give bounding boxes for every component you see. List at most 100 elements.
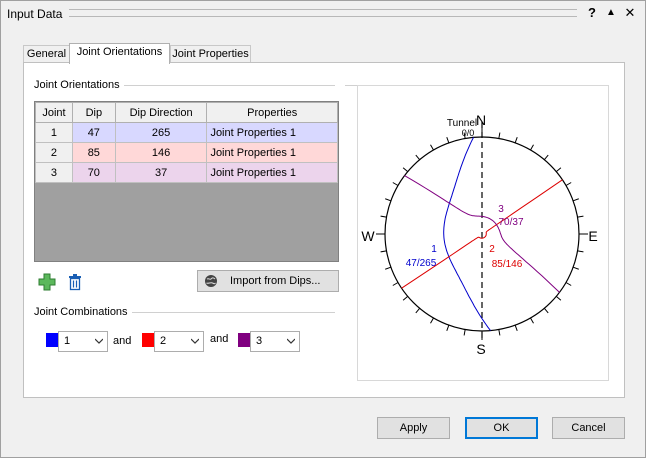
stereonet-tick (555, 167, 562, 173)
group-divider (123, 85, 335, 86)
apply-button[interactable]: Apply (377, 417, 450, 439)
title-bar[interactable]: Input Data ? ▲ ✕ (1, 1, 645, 27)
stereonet-tick (543, 307, 549, 314)
stereonet-tick (415, 307, 421, 314)
input-data-dialog: Input Data ? ▲ ✕ General Joint Orientati… (0, 0, 646, 458)
trash-icon (69, 274, 81, 291)
properties-cell[interactable]: Joint Properties 1 (206, 122, 338, 143)
joint-3-orientation-label: 70/37 (498, 217, 523, 228)
stereonet-tick (446, 324, 450, 331)
stereonet-tick (514, 324, 518, 331)
combo-2-color-swatch (142, 333, 154, 347)
properties-cell[interactable]: Joint Properties 1 (206, 142, 338, 163)
stereonet-tick (392, 282, 399, 286)
table-row[interactable]: 2 85 146 Joint Properties 1 (35, 142, 338, 163)
close-button[interactable]: ✕ (622, 4, 638, 22)
combo-3-color-swatch (238, 333, 250, 347)
properties-cell[interactable]: Joint Properties 1 (206, 162, 338, 183)
and-label: and (210, 333, 229, 345)
column-header-dip-direction[interactable]: Dip Direction (114, 102, 208, 123)
combo-2-value: 2 (160, 335, 167, 347)
group-divider (127, 312, 335, 313)
stereonet-tick (555, 295, 562, 301)
joint-1-orientation-label: 47/265 (406, 258, 437, 269)
joint-1-great-circle (443, 137, 491, 331)
column-header-joint[interactable]: Joint (35, 102, 73, 123)
dip-cell[interactable]: 70 (71, 162, 116, 183)
pin-button[interactable]: ▲ (603, 4, 619, 22)
combo-2-select[interactable]: 2 (154, 331, 204, 352)
column-header-properties[interactable]: Properties (206, 102, 338, 123)
import-label: Import from Dips... (230, 275, 321, 287)
stereonet-tick (402, 295, 409, 301)
stereonet-tick (385, 266, 392, 270)
stereonet-tick (463, 329, 466, 336)
combo-1-select[interactable]: 1 (58, 331, 108, 352)
ok-button[interactable]: OK (465, 417, 538, 439)
joint-1-id-label: 1 (431, 244, 437, 255)
combo-1-color-swatch (46, 333, 58, 347)
south-label: S (476, 341, 485, 357)
stereonet-tick (402, 167, 409, 173)
stereonet-tick (446, 137, 450, 144)
stereonet-tick (565, 182, 572, 186)
stereonet-tick (543, 154, 549, 161)
joint-number-cell[interactable]: 3 (35, 162, 73, 183)
joint-combinations-group-label: Joint Combinations (34, 306, 132, 318)
column-header-dip[interactable]: Dip (71, 102, 116, 123)
stereonet-tick (498, 329, 501, 336)
joint-orientations-table[interactable]: Joint Dip Dip Direction Properties 1 47 … (34, 101, 339, 262)
stereonet: N S E W Tunnel 0/0 1 47/265 2 85/146 3 7… (361, 112, 597, 357)
stereonet-panel: N S E W Tunnel 0/0 1 47/265 2 85/146 3 7… (357, 85, 609, 381)
chevron-down-icon (191, 338, 199, 344)
joint-2-id-label: 2 (489, 244, 495, 255)
dip-cell[interactable]: 85 (71, 142, 116, 163)
title-grip (69, 9, 577, 17)
north-label: N (476, 112, 486, 128)
stereonet-tick (572, 266, 579, 270)
stereonet-tick (514, 137, 518, 144)
tab-joint-orientations[interactable]: Joint Orientations (69, 43, 170, 64)
stereonet-tick (430, 317, 434, 324)
stereonet-tick (498, 132, 501, 139)
joint-orientations-group-label: Joint Orientations (34, 79, 124, 91)
tab-joint-properties[interactable]: Joint Properties (170, 45, 251, 63)
add-joint-button[interactable] (38, 273, 56, 291)
chevron-down-icon (95, 338, 103, 344)
stereonet-tick (380, 250, 387, 253)
stereonet-tick (392, 182, 399, 186)
stereonet-tick (430, 144, 434, 151)
delete-joint-button[interactable] (66, 273, 84, 291)
joint-3-id-label: 3 (498, 204, 504, 215)
stereonet-tick (530, 144, 534, 151)
dip-direction-cell[interactable]: 265 (114, 122, 208, 143)
plus-icon (38, 273, 56, 291)
stereonet-tick (577, 215, 584, 218)
table-row[interactable]: 1 47 265 Joint Properties 1 (35, 122, 338, 143)
stereonet-tick (380, 215, 387, 218)
west-label: W (361, 228, 375, 244)
stereonet-tick (572, 198, 579, 202)
combo-3-select[interactable]: 3 (250, 331, 300, 352)
stereonet-tick (415, 154, 421, 161)
combo-1-value: 1 (64, 335, 71, 347)
dip-direction-cell[interactable]: 146 (114, 142, 208, 163)
combo-3-value: 3 (256, 335, 263, 347)
east-label: E (588, 228, 597, 244)
stereonet-tick (385, 198, 392, 202)
joint-number-cell[interactable]: 2 (35, 142, 73, 163)
tunnel-value-label: 0/0 (462, 128, 475, 138)
cancel-button[interactable]: Cancel (552, 417, 625, 439)
stereonet-tick (565, 282, 572, 286)
chevron-down-icon (287, 338, 295, 344)
dip-cell[interactable]: 47 (71, 122, 116, 143)
tab-general[interactable]: General (23, 45, 70, 63)
and-label: and (113, 335, 132, 347)
help-button[interactable]: ? (584, 4, 600, 22)
dip-direction-cell[interactable]: 37 (114, 162, 208, 183)
import-from-dips-button[interactable]: Import from Dips... (197, 270, 339, 292)
joint-2-orientation-label: 85/146 (492, 259, 523, 270)
table-row[interactable]: 3 70 37 Joint Properties 1 (35, 162, 338, 183)
window-title: Input Data (7, 7, 63, 21)
joint-number-cell[interactable]: 1 (35, 122, 73, 143)
